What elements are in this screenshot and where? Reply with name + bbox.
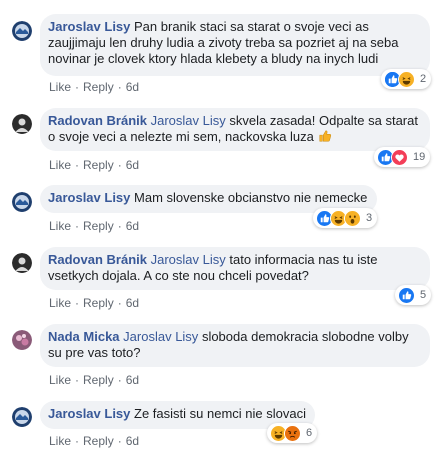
comment-actions: Like · Reply · 6d <box>49 219 140 233</box>
timestamp[interactable]: 6d <box>126 434 139 448</box>
like-link[interactable]: Like <box>49 296 71 310</box>
comment-author[interactable]: Nada Micka <box>48 329 120 344</box>
comment-author[interactable]: Jaroslav Lisy <box>48 190 130 205</box>
avatar[interactable] <box>12 21 32 41</box>
reaction-summary[interactable]: 3 <box>313 208 378 228</box>
comment-bubble: Radovan Bránik Jaroslav Lisy tato inform… <box>40 247 430 290</box>
reaction-count: 6 <box>306 427 313 439</box>
like-link[interactable]: Like <box>49 373 71 387</box>
mention-link[interactable]: Jaroslav Lisy <box>151 252 226 267</box>
timestamp[interactable]: 6d <box>126 158 139 172</box>
angry-icon <box>284 424 301 442</box>
reaction-count: 3 <box>366 212 373 224</box>
comment-author[interactable]: Jaroslav Lisy <box>48 19 130 34</box>
comment-bubble: Jaroslav Lisy Pan branik staci sa starat… <box>40 14 430 76</box>
wow-icon <box>344 209 361 227</box>
comment-bubble: Nada Micka Jaroslav Lisy sloboda demokra… <box>40 324 430 367</box>
reply-link[interactable]: Reply <box>83 80 114 94</box>
avatar[interactable] <box>12 192 32 212</box>
thumbs-up-emoji <box>318 129 332 147</box>
timestamp[interactable]: 6d <box>126 219 139 233</box>
reaction-count: 5 <box>420 289 427 301</box>
reaction-summary[interactable]: 19 <box>374 147 431 167</box>
reply-link[interactable]: Reply <box>83 158 114 172</box>
reaction-summary[interactable]: 2 <box>381 69 432 89</box>
like-link[interactable]: Like <box>49 158 71 172</box>
reply-link[interactable]: Reply <box>83 434 114 448</box>
comment-text: Ze fasisti su nemci nie slovaci <box>134 406 306 421</box>
mention-link[interactable]: Jaroslav Lisy <box>123 329 198 344</box>
comment-bubble: Radovan Bránik Jaroslav Lisy skvela zasa… <box>40 108 430 151</box>
reply-link[interactable]: Reply <box>83 219 114 233</box>
haha-icon <box>398 70 415 88</box>
like-link[interactable]: Like <box>49 219 71 233</box>
reaction-summary[interactable]: 6 <box>267 423 318 443</box>
reaction-count: 19 <box>413 151 426 163</box>
avatar[interactable] <box>12 330 32 350</box>
like-icon <box>398 286 415 304</box>
comment-author[interactable]: Jaroslav Lisy <box>48 406 130 421</box>
love-icon <box>391 148 408 166</box>
comment-author[interactable]: Radovan Bránik <box>48 113 147 128</box>
reaction-count: 2 <box>420 73 427 85</box>
comment-author[interactable]: Radovan Bránik <box>48 252 147 267</box>
comment-text: Mam slovenske obcianstvo nie nemecke <box>134 190 368 205</box>
comment-actions: Like · Reply · 6d <box>49 373 140 387</box>
like-link[interactable]: Like <box>49 80 71 94</box>
comment-actions: Like · Reply · 6d <box>49 158 140 172</box>
timestamp[interactable]: 6d <box>126 80 139 94</box>
avatar[interactable] <box>12 407 32 427</box>
mention-link[interactable]: Jaroslav Lisy <box>151 113 226 128</box>
comment-actions: Like · Reply · 6d <box>49 434 140 448</box>
reply-link[interactable]: Reply <box>83 373 114 387</box>
like-link[interactable]: Like <box>49 434 71 448</box>
avatar[interactable] <box>12 114 32 134</box>
reply-link[interactable]: Reply <box>83 296 114 310</box>
reaction-summary[interactable]: 5 <box>395 285 432 305</box>
avatar[interactable] <box>12 253 32 273</box>
timestamp[interactable]: 6d <box>126 296 139 310</box>
timestamp[interactable]: 6d <box>126 373 139 387</box>
comment-actions: Like · Reply · 6d <box>49 296 140 310</box>
comment-actions: Like · Reply · 6d <box>49 80 140 94</box>
